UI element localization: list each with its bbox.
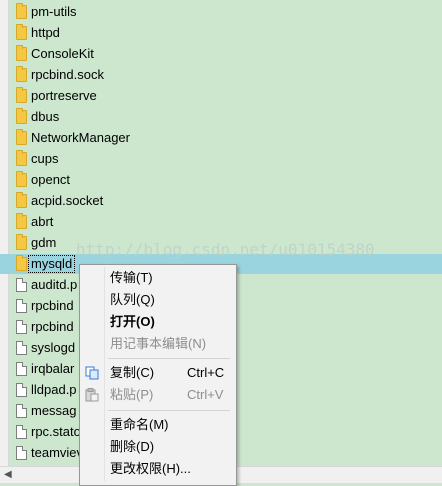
file-icon (16, 278, 27, 292)
item-name: lldpad.p (31, 382, 77, 397)
file-icon (16, 341, 27, 355)
menu-item-label: 传输(T) (110, 270, 153, 285)
menu-item-label: 粘贴(P) (110, 387, 154, 402)
item-name: syslogd (31, 340, 76, 355)
item-name: rpc.stato (31, 424, 81, 439)
file-icon (16, 446, 27, 460)
folder-row[interactable]: cups (0, 149, 442, 169)
menu-item-label: 打开(O) (110, 314, 155, 329)
menu-item-shortcut: Ctrl+C (187, 365, 225, 380)
folder-row[interactable]: NetworkManager (0, 128, 442, 148)
file-icon (16, 299, 27, 313)
folder-row[interactable]: httpd (0, 23, 442, 43)
item-name: rpcbind (31, 319, 74, 334)
item-name: acpid.socket (31, 193, 104, 208)
folder-icon (16, 255, 27, 271)
item-name: auditd.p (31, 277, 78, 292)
item-name: gdm (31, 235, 57, 250)
menu-item-label: 复制(C) (110, 365, 155, 380)
menu-item-paste[interactable]: 粘贴(P) Ctrl+V (80, 384, 236, 406)
menu-item-rename[interactable]: 重命名(M) (80, 414, 236, 436)
folder-row[interactable]: abrt (0, 212, 442, 232)
file-icon (16, 404, 27, 418)
file-icon (16, 320, 27, 334)
item-name: irqbalar (31, 361, 75, 376)
menu-item-label: 更改权限(H)... (110, 461, 191, 476)
folder-icon (16, 213, 27, 229)
item-name: rpcbind.sock (31, 67, 104, 82)
menu-item-open[interactable]: 打开(O) (80, 311, 236, 333)
menu-item-delete[interactable]: 删除(D) (80, 436, 236, 458)
watermark-text: http://blog.csdn.net/u010154380 (76, 240, 375, 259)
menu-item-permissions[interactable]: 更改权限(H)... (80, 458, 236, 480)
folder-icon (16, 45, 27, 61)
file-icon (16, 425, 27, 439)
folder-icon (16, 3, 27, 19)
folder-icon (16, 66, 27, 82)
folder-icon (16, 24, 27, 40)
folder-icon (16, 87, 27, 103)
item-name: messag (31, 403, 77, 418)
item-name: rpcbind (31, 298, 74, 313)
folder-row[interactable]: openct (0, 170, 442, 190)
paste-icon (85, 388, 99, 402)
folder-row[interactable]: ConsoleKit (0, 44, 442, 64)
menu-item-queue[interactable]: 队列(Q) (80, 289, 236, 311)
menu-item-copy[interactable]: 复制(C) Ctrl+C (80, 362, 236, 384)
file-icon (16, 383, 27, 397)
item-name: abrt (31, 214, 54, 229)
folder-icon (16, 234, 27, 250)
item-name: dbus (31, 109, 60, 124)
folder-icon (16, 129, 27, 145)
item-name: ConsoleKit (31, 46, 94, 61)
folder-icon (16, 108, 27, 124)
item-name: teamviev (31, 445, 84, 460)
menu-item-label: 删除(D) (110, 439, 155, 454)
menu-item-label: 队列(Q) (110, 292, 155, 307)
item-name: portreserve (31, 88, 97, 103)
menu-item-edit-notepad[interactable]: 用记事本编辑(N) (80, 333, 236, 355)
folder-row[interactable]: dbus (0, 107, 442, 127)
menu-separator (108, 358, 230, 359)
item-name: mysqld (27, 255, 76, 273)
folder-row[interactable]: pm-utils (0, 2, 442, 22)
folder-icon (16, 150, 27, 166)
item-name: NetworkManager (31, 130, 130, 145)
item-name: openct (31, 172, 71, 187)
item-name: pm-utils (31, 4, 77, 19)
item-name: httpd (31, 25, 60, 40)
scroll-left-icon[interactable]: ◀ (4, 469, 12, 481)
menu-item-label: 重命名(M) (110, 417, 169, 432)
folder-row[interactable]: portreserve (0, 86, 442, 106)
menu-item-label: 用记事本编辑(N) (110, 336, 207, 351)
menu-separator (108, 410, 230, 411)
context-menu: 传输(T) 队列(Q) 打开(O) 用记事本编辑(N) 复制(C) Ctrl+C… (79, 264, 237, 486)
folder-row[interactable]: rpcbind.sock (0, 65, 442, 85)
file-icon (16, 362, 27, 376)
copy-icon (85, 366, 99, 380)
folder-icon (16, 171, 27, 187)
menu-item-shortcut: Ctrl+V (187, 387, 224, 402)
folder-row[interactable]: acpid.socket (0, 191, 442, 211)
item-name: cups (31, 151, 59, 166)
menu-item-transfer[interactable]: 传输(T) (80, 267, 236, 289)
folder-icon (16, 192, 27, 208)
